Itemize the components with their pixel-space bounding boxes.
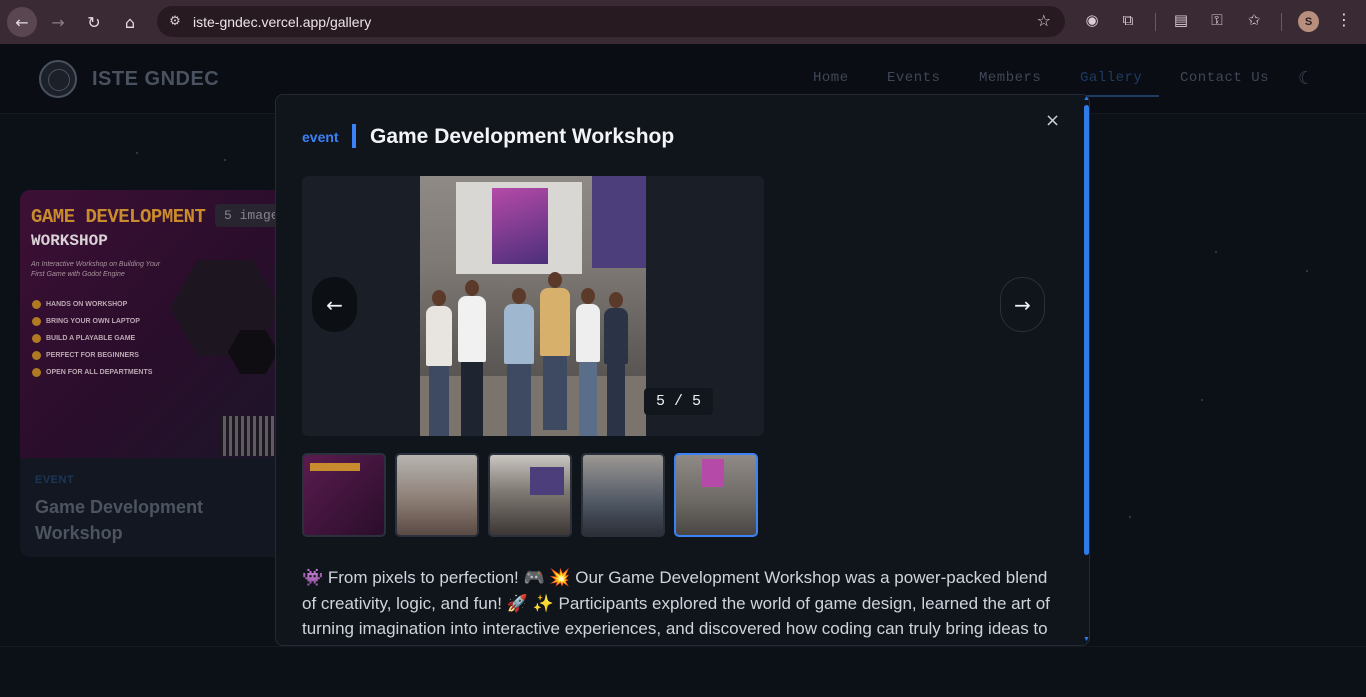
- brand-name[interactable]: ISTE GNDEC: [92, 68, 219, 91]
- poster-bullet: PERFECT FOR BEGINNERS: [32, 347, 152, 364]
- poster-bullet: BRING YOUR OWN LAPTOP: [32, 313, 152, 330]
- close-icon[interactable]: ×: [1045, 110, 1060, 131]
- poster-subtitle: WORKSHOP: [31, 232, 108, 250]
- reading-list-icon[interactable]: ▤: [1170, 11, 1192, 29]
- next-image-button[interactable]: →: [1000, 277, 1045, 332]
- poster-tagline: An Interactive Workshop on Building Your…: [31, 261, 161, 278]
- image-counter: 5 / 5: [644, 388, 714, 415]
- scroll-down-icon[interactable]: ▼: [1083, 636, 1089, 643]
- background-star: [136, 152, 138, 154]
- notice-board: [592, 176, 646, 268]
- card-title: Game Development Workshop: [35, 497, 204, 543]
- extensions-icon[interactable]: ⧉: [1117, 11, 1139, 29]
- scroll-up-icon[interactable]: ▲: [1083, 95, 1089, 102]
- previous-image-button[interactable]: ←: [312, 277, 357, 332]
- thumbnail-5[interactable]: [674, 453, 758, 537]
- background-star: [1129, 516, 1131, 518]
- background-star: [224, 159, 226, 161]
- reload-button[interactable]: ↻: [79, 7, 109, 37]
- nav-gallery[interactable]: Gallery: [1080, 70, 1142, 86]
- thumbnail-2[interactable]: [395, 453, 479, 537]
- modal-title: Game Development Workshop: [370, 125, 675, 148]
- browser-toolbar: ← → ↻ ⌂ ⚙ iste-gndec.vercel.app/gallery …: [0, 0, 1366, 44]
- card-category: EVENT: [35, 474, 75, 486]
- nav-events[interactable]: Events: [887, 70, 940, 86]
- thumbnail-1[interactable]: [302, 453, 386, 537]
- password-key-icon[interactable]: ⚿: [1206, 11, 1228, 29]
- thumbnail-4[interactable]: [581, 453, 665, 537]
- background-star: [1306, 270, 1308, 272]
- poster-bullet: HANDS ON WORKSHOP: [32, 296, 152, 313]
- background-star: [1215, 251, 1217, 253]
- event-description: 👾 From pixels to perfection! 🎮 💥 Our Gam…: [302, 568, 1050, 638]
- home-icon: ⌂: [124, 12, 136, 32]
- toolbar-divider: [1155, 13, 1156, 31]
- home-button[interactable]: ⌂: [115, 7, 145, 37]
- reload-icon: ↻: [87, 12, 101, 32]
- image-viewer: 5 / 5: [302, 176, 764, 436]
- active-nav-indicator: [1079, 95, 1159, 97]
- thumbnail-strip: [302, 453, 758, 539]
- bookmark-star-icon[interactable]: ☆: [1037, 11, 1051, 30]
- browser-menu-icon[interactable]: ⋮: [1336, 10, 1352, 29]
- poster-title: GAME DEVELOPMENT: [31, 206, 206, 228]
- person: [426, 290, 452, 436]
- page: ISTE GNDEC Home Events Members Gallery C…: [0, 44, 1366, 697]
- title-accent-bar: [352, 124, 356, 148]
- poster-bullets: HANDS ON WORKSHOP BRING YOUR OWN LAPTOP …: [32, 296, 152, 381]
- forward-button[interactable]: →: [43, 7, 73, 37]
- modal-category: event: [302, 129, 339, 145]
- person: [458, 280, 486, 436]
- camera-icon[interactable]: ◉: [1081, 11, 1103, 29]
- url-text[interactable]: iste-gndec.vercel.app/gallery: [193, 14, 371, 30]
- event-poster-in-photo: [492, 188, 548, 264]
- person: [504, 288, 534, 436]
- back-button[interactable]: ←: [7, 7, 37, 37]
- person: [576, 288, 600, 436]
- address-bar[interactable]: ⚙ iste-gndec.vercel.app/gallery ☆: [157, 6, 1065, 37]
- arrow-right-icon: →: [51, 12, 65, 32]
- thumbnail-3[interactable]: [488, 453, 572, 537]
- poster-bullet: BUILD A PLAYABLE GAME: [32, 330, 152, 347]
- modal-scrollbar[interactable]: ▲ ▼: [1083, 95, 1089, 645]
- person: [540, 272, 570, 430]
- nav-home[interactable]: Home: [813, 70, 849, 86]
- bookmarks-star-icon[interactable]: ✩: [1243, 11, 1265, 29]
- nav-members[interactable]: Members: [979, 70, 1041, 86]
- qr-code: [220, 416, 274, 456]
- page-footer-strip: [0, 646, 1366, 697]
- background-star: [1201, 399, 1203, 401]
- nav-contact-us[interactable]: Contact Us: [1180, 70, 1269, 86]
- toolbar-divider: [1281, 13, 1282, 31]
- iste-logo[interactable]: [39, 60, 77, 98]
- event-photo: [420, 176, 646, 436]
- moon-icon[interactable]: ☾: [1298, 68, 1314, 89]
- site-settings-icon[interactable]: ⚙: [166, 13, 184, 31]
- scrollbar-thumb[interactable]: [1084, 105, 1089, 555]
- gallery-modal: event Game Development Workshop × 5 / 5 …: [275, 94, 1090, 646]
- poster-bullet: OPEN FOR ALL DEPARTMENTS: [32, 364, 152, 381]
- person: [604, 292, 628, 436]
- arrow-left-icon: ←: [15, 12, 29, 32]
- profile-avatar[interactable]: S: [1298, 11, 1319, 32]
